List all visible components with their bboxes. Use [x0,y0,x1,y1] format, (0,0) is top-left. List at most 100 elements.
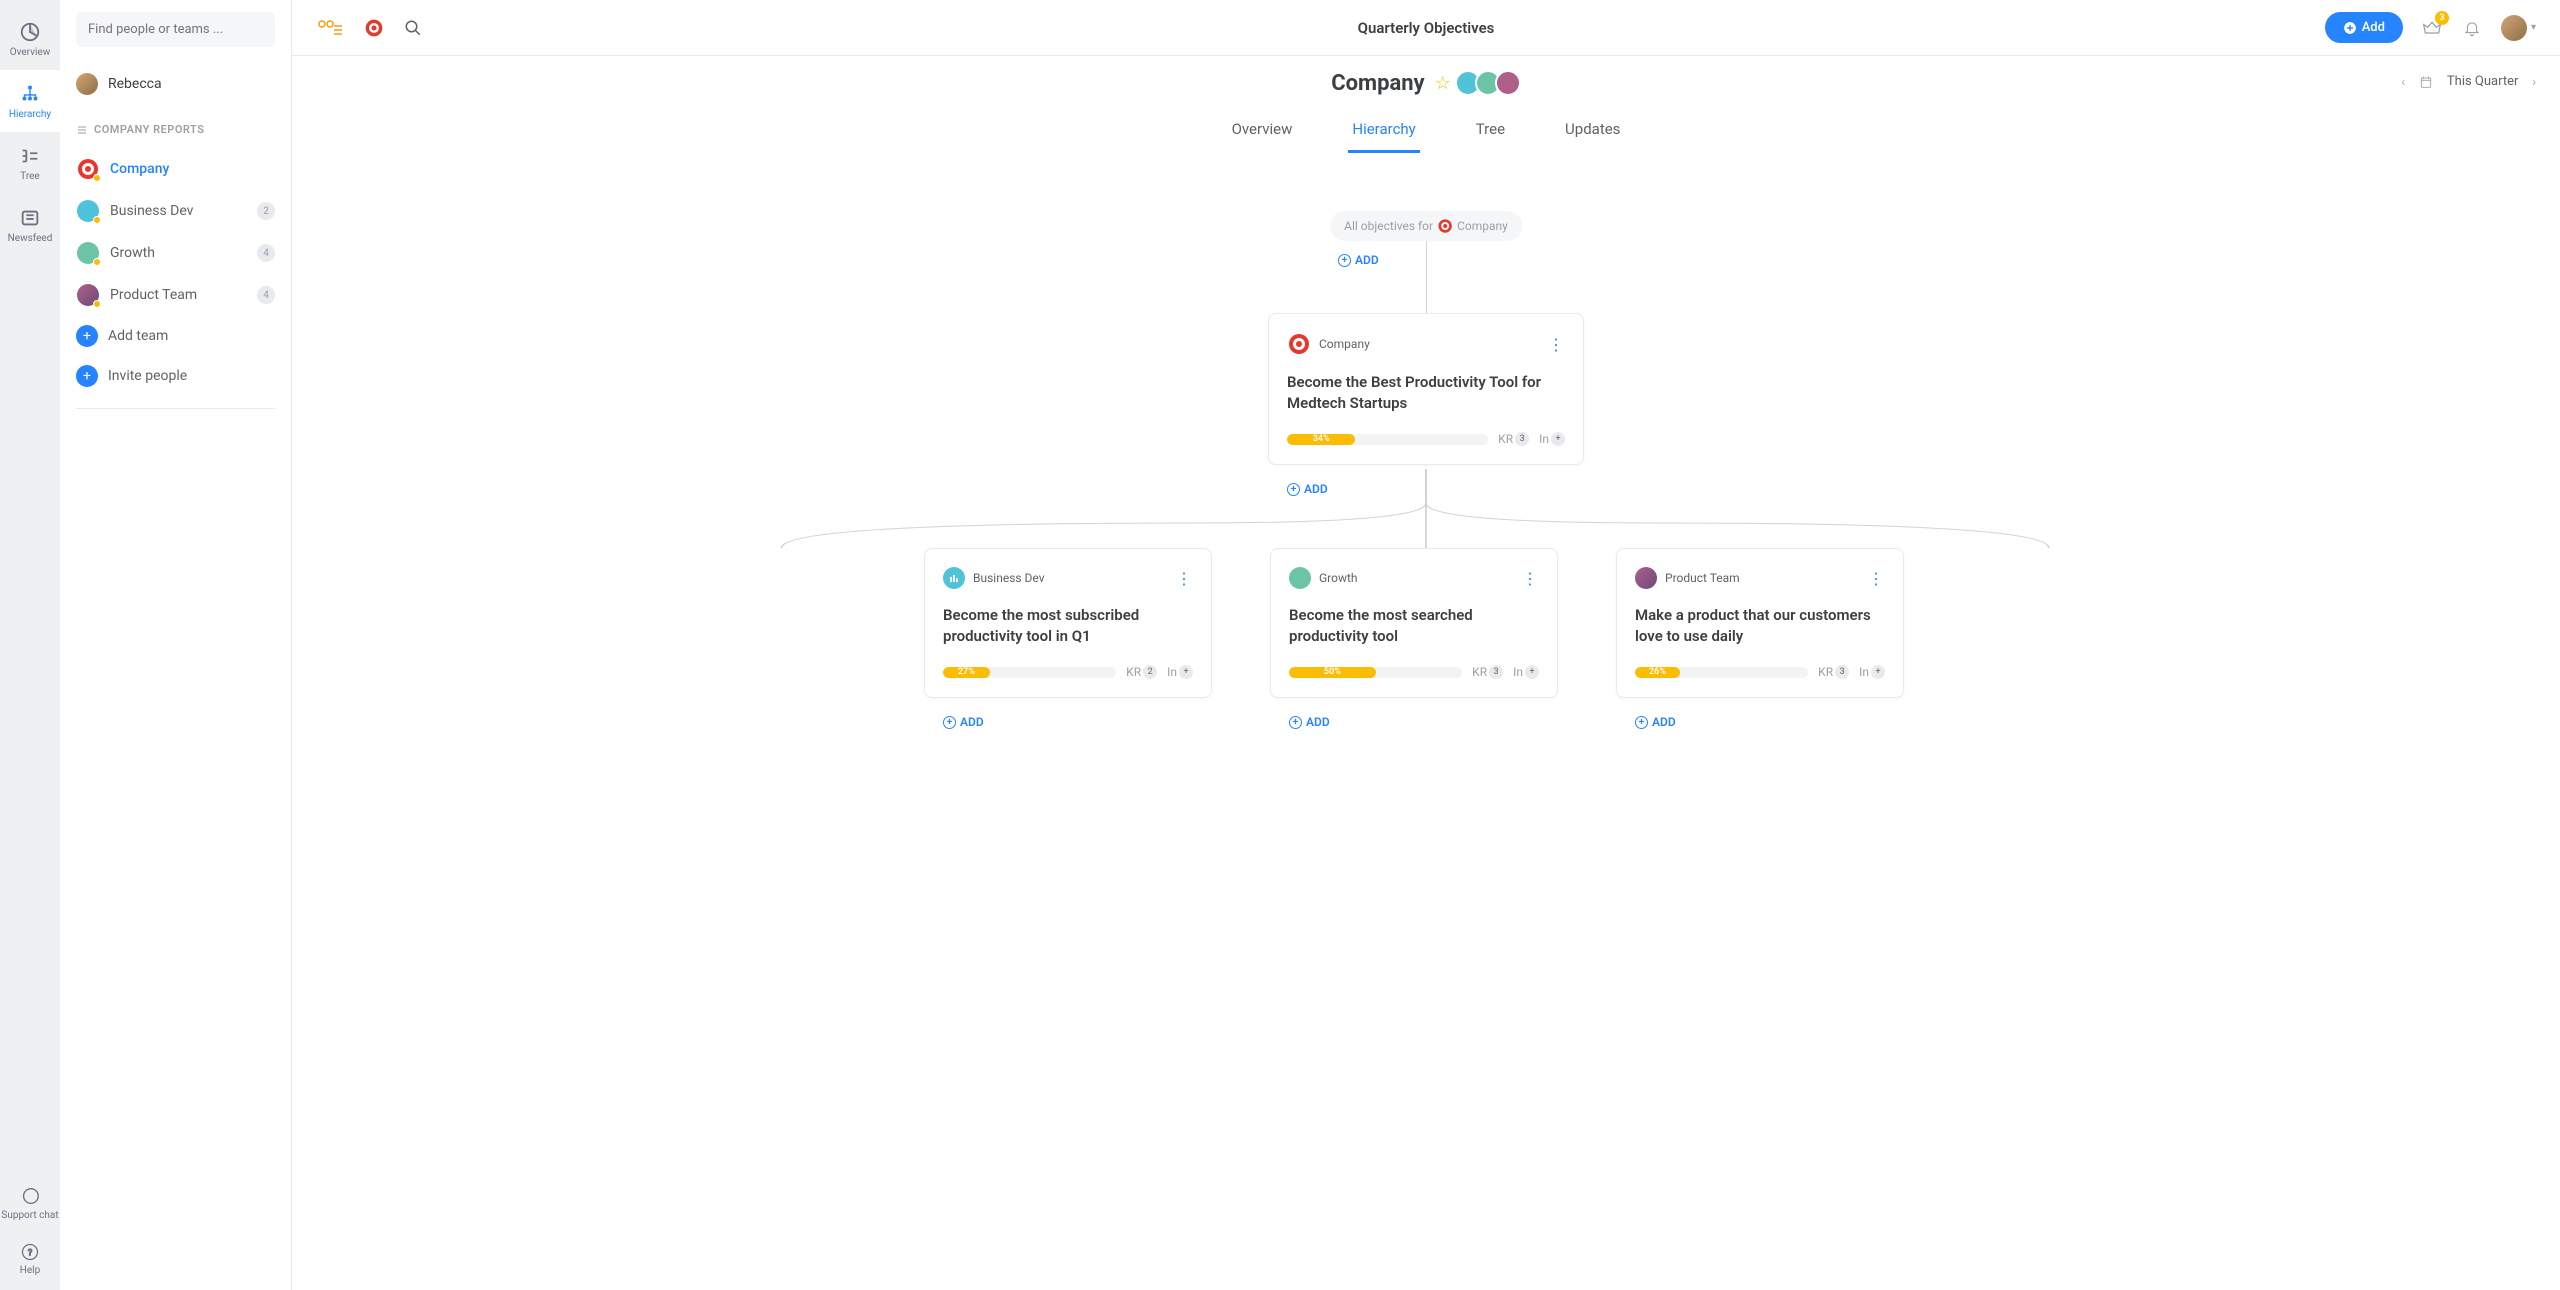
kr-chip[interactable]: KR3 [1472,665,1503,679]
kr-chip[interactable]: KR3 [1818,665,1849,679]
page-header: Company ☆ ‹ This Quarter › Overview Hier… [292,56,2560,153]
in-chip[interactable]: In+ [1859,665,1885,679]
card-menu-button[interactable]: ⋮ [1868,569,1885,588]
divider [76,408,275,409]
plus-circle-icon [2343,21,2357,35]
objective-card-company[interactable]: Company ⋮ Become the Best Productivity T… [1268,313,1584,465]
progress-bar: 34% [1287,434,1488,445]
sidebar: Rebecca COMPANY REPORTS Company Business… [60,0,292,1290]
sidebar-item-company[interactable]: Company [76,148,275,190]
sidebar-add-team[interactable]: + Add team [76,316,275,356]
tab-hierarchy[interactable]: Hierarchy [1348,108,1419,153]
target-icon [1287,332,1311,356]
plus-icon: + [1338,254,1351,267]
card-title: Become the most subscribed productivity … [943,605,1193,647]
sidebar-item-business-dev[interactable]: Business Dev 2 [76,190,275,232]
add-child-objective[interactable]: + ADD [1635,715,1676,729]
add-label: ADD [1652,715,1676,729]
team-icon [76,199,100,223]
nav-newsfeed[interactable]: Newsfeed [0,194,60,256]
report-label: Company [110,161,169,177]
root-chip-prefix: All objectives for [1344,219,1433,233]
add-child-objective[interactable]: + ADD [1289,715,1330,729]
sidebar-item-growth[interactable]: Growth 4 [76,232,275,274]
add-root-objective[interactable]: + ADD [1338,253,1379,267]
crown-button[interactable]: 3 [2421,17,2443,39]
progress-fill: 26% [1635,667,1680,678]
progress-bar: 50% [1289,667,1462,678]
search-input[interactable] [76,12,275,47]
objective-card-growth[interactable]: Growth ⋮ Become the most searched produc… [1270,548,1558,698]
add-label: ADD [1355,253,1379,267]
report-label: Business Dev [110,203,193,219]
in-chip[interactable]: In+ [1513,665,1539,679]
tree-icon [19,145,41,167]
nav-label: Help [20,1265,40,1276]
root-chip-suffix: Company [1457,219,1508,233]
bell-button[interactable] [2461,17,2483,39]
nav-label: Hierarchy [9,109,51,120]
objective-card-business-dev[interactable]: Business Dev ⋮ Become the most subscribe… [924,548,1212,698]
in-chip[interactable]: In+ [1167,665,1193,679]
kr-chip[interactable]: KR3 [1498,432,1529,446]
nav-label: Newsfeed [8,233,53,244]
calendar-icon [2419,75,2433,89]
user-menu[interactable]: ▾ [2501,15,2536,41]
target-icon[interactable] [364,18,384,38]
tab-overview[interactable]: Overview [1228,108,1297,153]
pie-icon [19,21,41,43]
period-label[interactable]: This Quarter [2447,74,2518,89]
star-icon[interactable]: ☆ [1435,73,1451,94]
add-child-objective[interactable]: + ADD [943,715,984,729]
connector-line [1426,239,1427,313]
card-team: Growth [1319,571,1358,585]
crown-badge: 3 [2435,11,2449,25]
card-team: Company [1319,337,1370,351]
target-icon [76,157,100,181]
bell-icon [2463,19,2481,37]
period-next[interactable]: › [2532,75,2536,89]
progress-fill: 27% [943,667,990,678]
plus-icon: + [76,325,98,347]
nav-help[interactable]: ? Help [0,1234,60,1284]
period-prev[interactable]: ‹ [2401,75,2405,89]
team-icon [1635,567,1657,589]
help-icon: ? [20,1242,40,1262]
tabs: Overview Hierarchy Tree Updates [316,108,2536,153]
root-chip[interactable]: All objectives for Company [1330,211,1522,241]
avatar [2501,15,2527,41]
tab-tree[interactable]: Tree [1472,108,1509,153]
card-menu-button[interactable]: ⋮ [1176,569,1193,588]
card-menu-button[interactable]: ⋮ [1522,569,1539,588]
sidebar-user[interactable]: Rebecca [76,65,275,113]
kr-chip[interactable]: KR2 [1126,665,1157,679]
team-avatars[interactable] [1461,70,1521,96]
in-chip[interactable]: In+ [1539,432,1565,446]
plus-icon: + [1289,716,1302,729]
nav-hierarchy[interactable]: Hierarchy [0,70,60,132]
add-label: ADD [1304,482,1328,496]
sidebar-item-product-team[interactable]: Product Team 4 [76,274,275,316]
sidebar-invite-people[interactable]: + Invite people [76,356,275,396]
add-child-objective[interactable]: + ADD [1287,482,1328,496]
nav-overview[interactable]: Overview [0,8,60,70]
people-icon[interactable] [316,18,344,38]
team-icon [76,283,100,307]
user-name: Rebecca [108,76,162,92]
team-icon [943,567,965,589]
tab-updates[interactable]: Updates [1561,108,1624,153]
canvas[interactable]: All objectives for Company + ADD Company… [292,153,2560,1290]
progress-bar: 26% [1635,667,1808,678]
nav-tree[interactable]: Tree [0,132,60,194]
add-button[interactable]: Add [2325,12,2403,43]
search-icon[interactable] [404,19,422,37]
nav-support-chat[interactable]: Support chat [0,1178,60,1228]
plus-icon: + [943,716,956,729]
team-icon [1289,567,1311,589]
progress-fill: 50% [1289,667,1376,678]
nav-label: Tree [20,171,40,182]
objective-card-product-team[interactable]: Product Team ⋮ Make a product that our c… [1616,548,1904,698]
card-menu-button[interactable]: ⋮ [1548,335,1565,354]
plus-icon: + [1635,716,1648,729]
report-count: 4 [257,244,275,262]
